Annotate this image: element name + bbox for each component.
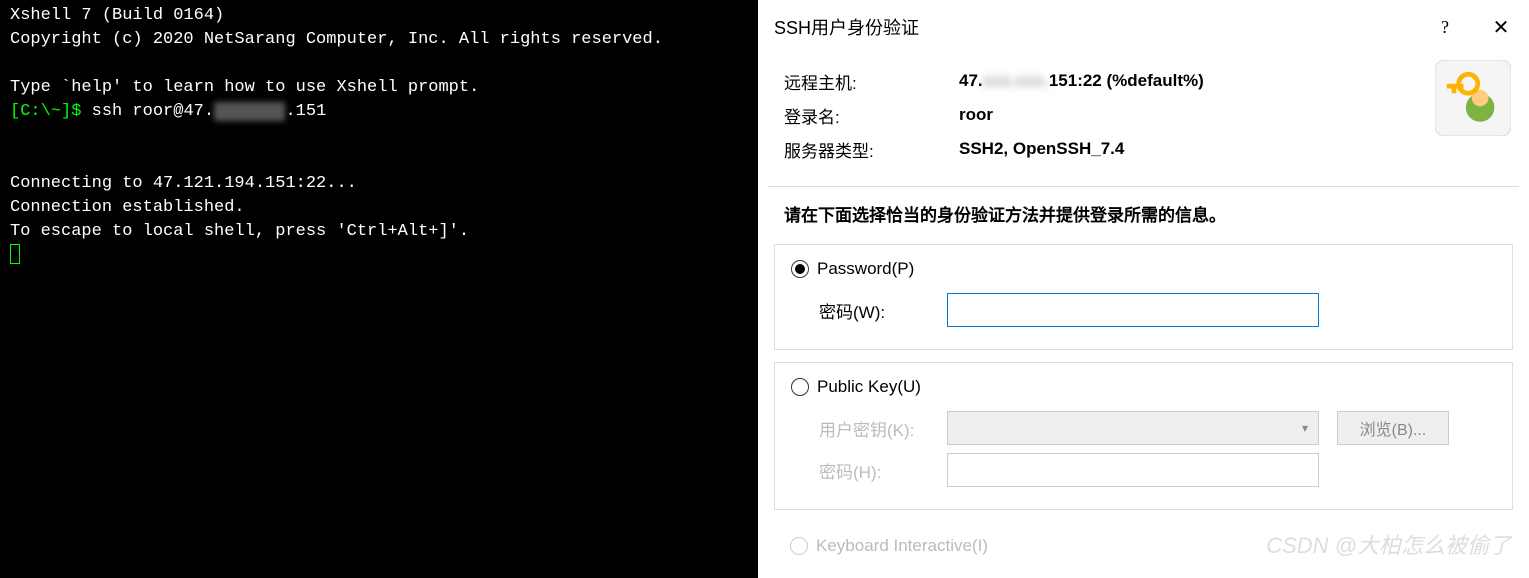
pk-password-input[interactable] (947, 453, 1319, 487)
radio-icon (791, 378, 809, 396)
close-button[interactable]: ✕ (1473, 0, 1529, 54)
userkey-label: 用户密钥(K): (819, 416, 937, 441)
terminal-cursor (10, 244, 20, 264)
userkey-combo[interactable]: ▾ (947, 411, 1319, 445)
password-radio-label: Password(P) (817, 259, 914, 279)
password-group: Password(P) 密码(W): (774, 244, 1513, 350)
terminal[interactable]: Xshell 7 (Build 0164) Copyright (c) 2020… (0, 0, 758, 578)
terminal-line: Type `help' to learn how to use Xshell p… (10, 78, 479, 97)
host-label: 远程主机: (784, 69, 959, 94)
terminal-line: Connecting to 47.121.194.151:22... (10, 174, 357, 193)
server-type-label: 服务器类型: (784, 137, 959, 162)
dialog-titlebar: SSH用户身份验证 ? ✕ (758, 0, 1529, 54)
key-user-icon (1435, 60, 1511, 136)
radio-icon (791, 260, 809, 278)
browse-button[interactable]: 浏览(B)... (1337, 411, 1449, 445)
terminal-line: Connection established. (10, 198, 245, 217)
keyboard-interactive-radio[interactable]: Keyboard Interactive(I) (790, 536, 1497, 556)
password-input[interactable] (947, 293, 1319, 327)
divider (768, 186, 1519, 187)
host-value: 47.xxx.xxx.151:22 (%default%) (959, 71, 1204, 91)
server-type-value: SSH2, OpenSSH_7.4 (959, 139, 1124, 159)
publickey-radio-label: Public Key(U) (817, 377, 921, 397)
login-label: 登录名: (784, 103, 959, 128)
terminal-cmd: .151 (285, 102, 326, 121)
terminal-cmd-blur: xxx.xxx (214, 102, 285, 121)
publickey-radio[interactable]: Public Key(U) (791, 377, 1496, 397)
instruction-text: 请在下面选择恰当的身份验证方法并提供登录所需的信息。 (758, 201, 1529, 244)
terminal-line: Copyright (c) 2020 NetSarang Computer, I… (10, 30, 663, 49)
terminal-line: Xshell 7 (Build 0164) (10, 6, 224, 25)
keyboard-interactive-label: Keyboard Interactive(I) (816, 536, 988, 556)
keyboard-interactive-group: Keyboard Interactive(I) (774, 522, 1513, 570)
login-value: roor (959, 105, 993, 125)
password-field-label: 密码(W): (819, 298, 937, 323)
terminal-cmd: ssh roor@47. (92, 102, 214, 121)
terminal-line: To escape to local shell, press 'Ctrl+Al… (10, 222, 469, 241)
radio-icon (790, 537, 808, 555)
connection-info: 远程主机: 47.xxx.xxx.151:22 (%default%) 登录名:… (758, 54, 1529, 186)
chevron-down-icon: ▾ (1302, 421, 1308, 435)
help-button[interactable]: ? (1417, 0, 1473, 54)
password-radio[interactable]: Password(P) (791, 259, 1496, 279)
terminal-prompt: [C:\~]$ (10, 102, 92, 121)
dialog-title: SSH用户身份验证 (774, 14, 919, 40)
pk-password-label: 密码(H): (819, 458, 937, 483)
ssh-auth-dialog: SSH用户身份验证 ? ✕ 远程主机: 47.xxx.xxx.151:22 (%… (758, 0, 1529, 578)
publickey-group: Public Key(U) 用户密钥(K): ▾ 浏览(B)... 密码(H): (774, 362, 1513, 510)
